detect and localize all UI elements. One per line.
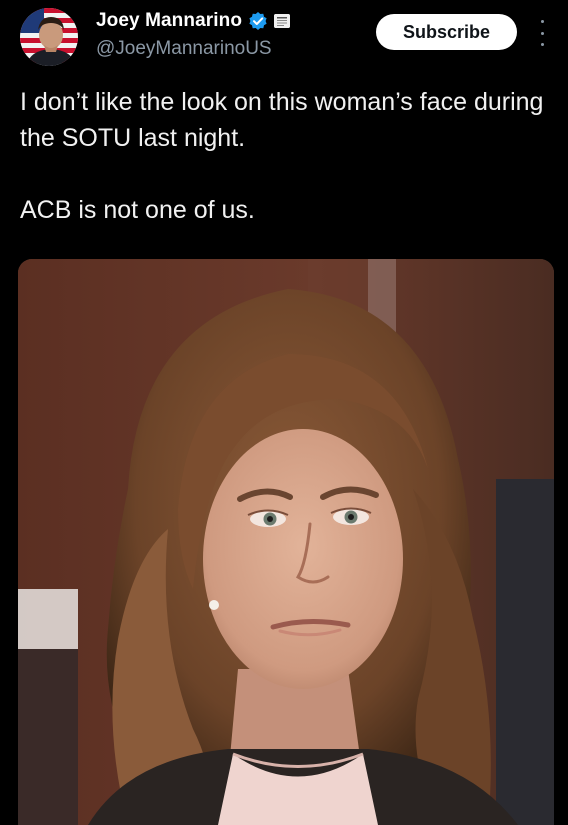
tweet-paragraph: ACB is not one of us. [20,196,255,224]
affiliation-badge-icon[interactable] [274,14,291,28]
verified-badge-icon [248,11,268,31]
tweet-text: I don’t like the look on this woman’s fa… [20,84,550,228]
author-name-row: Joey Mannarino [96,10,291,32]
more-options-icon[interactable] [535,20,549,46]
tweet-header: Joey Mannarino @JoeyMannarinoUS Subscrib… [0,0,568,80]
tweet-post: Joey Mannarino @JoeyMannarinoUS Subscrib… [0,0,568,825]
author-handle[interactable]: @JoeyMannarinoUS [96,38,272,60]
tweet-paragraph: I don’t like the look on this woman’s fa… [20,88,544,152]
avatar[interactable] [20,8,78,66]
subscribe-button[interactable]: Subscribe [376,14,517,50]
tweet-media-photo[interactable] [18,259,554,825]
author-display-name[interactable]: Joey Mannarino [96,10,242,32]
